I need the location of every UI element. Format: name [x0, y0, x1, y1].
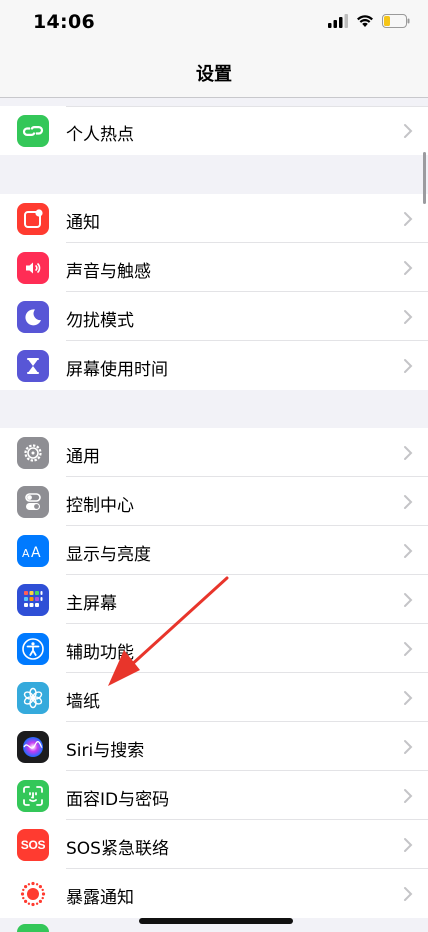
settings-item-label: 个人热点	[66, 125, 134, 145]
hotspot-icon	[17, 114, 49, 147]
cellular-signal-icon	[328, 14, 348, 28]
settings-item-label: 暴露通知	[66, 888, 134, 908]
chevron-right-icon	[404, 789, 413, 803]
chevron-right-icon	[404, 359, 413, 373]
settings-item-notifications[interactable]: 通知	[0, 194, 428, 243]
nav-bar: 设置	[0, 46, 428, 98]
settings-item-label: 墙纸	[66, 692, 100, 712]
toggles-icon	[17, 485, 49, 518]
settings-item-display-brightness[interactable]: AA 显示与亮度	[0, 526, 428, 575]
svg-text:A: A	[22, 547, 30, 560]
settings-item-general[interactable]: 通用	[0, 428, 428, 477]
settings-item-label: Siri与搜索	[66, 741, 145, 761]
exposure-notification-icon	[17, 877, 49, 910]
settings-item-label: 主屏幕	[66, 594, 117, 614]
settings-item-wallpaper[interactable]: 墙纸	[0, 673, 428, 722]
accessibility-icon	[17, 632, 49, 665]
sounds-icon	[17, 251, 49, 284]
chevron-right-icon	[404, 212, 413, 226]
settings-item-label: 屏幕使用时间	[66, 360, 168, 380]
wifi-icon	[357, 15, 373, 27]
gear-icon	[17, 436, 49, 469]
display-icon: AA	[17, 534, 49, 567]
chevron-right-icon	[404, 446, 413, 460]
settings-item-do-not-disturb[interactable]: 勿扰模式	[0, 292, 428, 341]
settings-item-label: 勿扰模式	[66, 311, 134, 331]
settings-group-notifications: 通知 声音与触感 勿扰模式 屏幕使用时间	[0, 194, 428, 390]
chevron-right-icon	[404, 495, 413, 509]
home-indicator[interactable]	[139, 918, 293, 924]
chevron-right-icon	[404, 887, 413, 901]
settings-item-label: SOS紧急联络	[66, 839, 169, 859]
settings-item-home-screen[interactable]: 主屏幕	[0, 575, 428, 624]
settings-item-face-id-passcode[interactable]: 面容ID与密码	[0, 771, 428, 820]
status-icons	[328, 14, 410, 28]
home-screen-icon	[17, 583, 49, 616]
settings-item-label: 显示与亮度	[66, 545, 151, 565]
settings-item-screen-time[interactable]: 屏幕使用时间	[0, 341, 428, 390]
settings-item-label: 辅助功能	[66, 643, 134, 663]
chevron-right-icon	[404, 642, 413, 656]
settings-item-siri-search[interactable]: Siri与搜索	[0, 722, 428, 771]
chevron-right-icon	[404, 544, 413, 558]
settings-group-general: 通用 控制中心 AA 显示与亮度 主屏幕 辅助功能 墙纸 Siri与搜索 面容I…	[0, 428, 428, 918]
sos-icon-text: SOS	[20, 837, 46, 852]
chevron-right-icon	[404, 740, 413, 754]
settings-item-label: 声音与触感	[66, 262, 151, 282]
settings-item-sounds-haptics[interactable]: 声音与触感	[0, 243, 428, 292]
settings-item-label: 通用	[66, 447, 100, 467]
settings-item-label: 面容ID与密码	[66, 790, 170, 810]
status-time: 14:06	[33, 11, 95, 33]
settings-group-hotspot: 个人热点	[0, 106, 428, 155]
settings-item-personal-hotspot[interactable]: 个人热点	[0, 106, 428, 155]
chevron-right-icon	[404, 261, 413, 275]
chevron-right-icon	[404, 310, 413, 324]
chevron-right-icon	[404, 593, 413, 607]
battery-icon	[382, 14, 410, 28]
sos-icon: SOS	[17, 828, 49, 861]
settings-item-exposure-notifications[interactable]: 暴露通知	[0, 869, 428, 918]
page-title: 设置	[196, 64, 232, 85]
chevron-right-icon	[404, 838, 413, 852]
status-bar: 14:06	[0, 0, 428, 46]
face-id-icon	[17, 779, 49, 812]
moon-icon	[17, 300, 49, 333]
siri-icon	[17, 730, 49, 763]
svg-text:A: A	[31, 545, 41, 560]
settings-item-control-center[interactable]: 控制中心	[0, 477, 428, 526]
settings-item-accessibility[interactable]: 辅助功能	[0, 624, 428, 673]
hourglass-icon	[17, 349, 49, 382]
scroll-indicator[interactable]	[423, 152, 426, 204]
chevron-right-icon	[404, 124, 413, 138]
settings-item-label: 通知	[66, 213, 100, 233]
wallpaper-flower-icon	[17, 681, 49, 714]
settings-item-label: 控制中心	[66, 496, 134, 516]
notifications-icon	[17, 202, 49, 235]
next-item-icon-peek	[17, 924, 49, 932]
settings-item-emergency-sos[interactable]: SOS SOS紧急联络	[0, 820, 428, 869]
chevron-right-icon	[404, 691, 413, 705]
